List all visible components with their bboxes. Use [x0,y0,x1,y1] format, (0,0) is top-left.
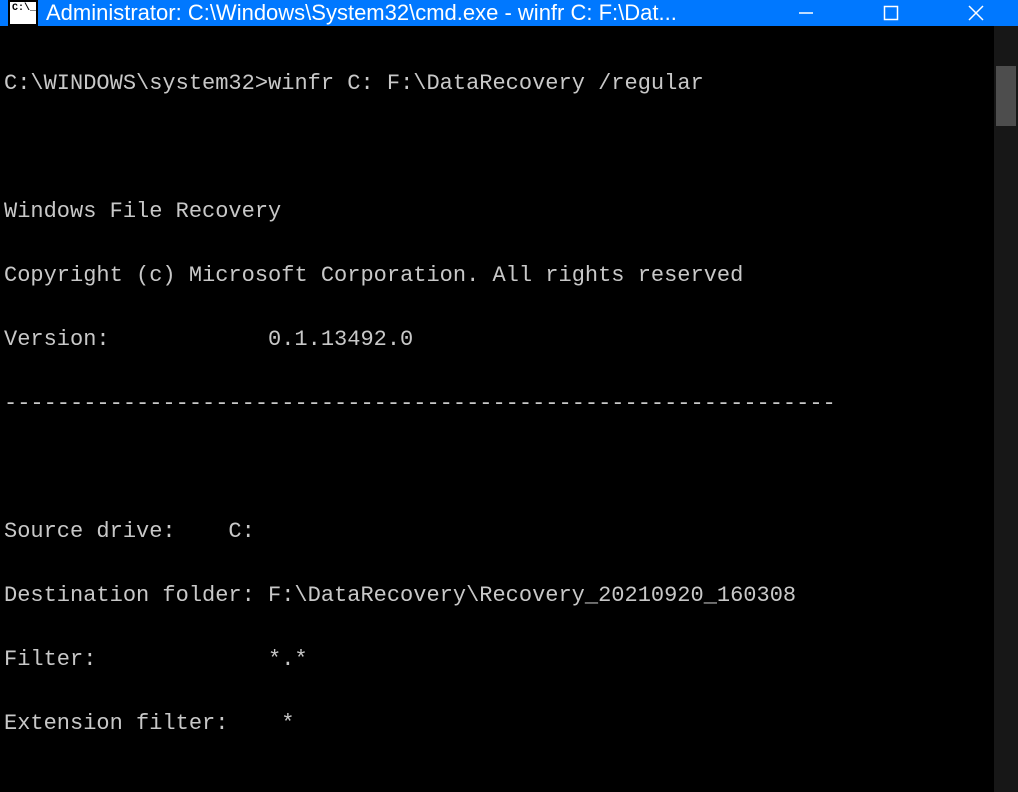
version-value: 0.1.13492.0 [268,327,413,352]
copyright-line: Copyright (c) Microsoft Corporation. All… [4,260,994,292]
filter-label: Filter: [4,644,268,676]
maximize-icon [883,5,899,21]
window-title: Administrator: C:\Windows\System32\cmd.e… [46,0,763,26]
source-drive-label: Source drive: [4,516,228,548]
cmd-icon [8,0,38,26]
product-name: Windows File Recovery [4,196,994,228]
window-controls [763,0,1018,26]
version-label: Version: [4,324,268,356]
close-button[interactable] [933,0,1018,26]
destination-value: F:\DataRecovery\Recovery_20210920_160308 [268,583,796,608]
cmd-window: Administrator: C:\Windows\System32\cmd.e… [0,0,1018,792]
filter-value: *.* [268,647,308,672]
client-area: C:\WINDOWS\system32>winfr C: F:\DataReco… [0,26,1018,792]
ext-filter-label: Extension filter: [4,708,268,740]
prompt-path: C:\WINDOWS\system32> [4,71,268,96]
scrollbar-thumb[interactable] [996,66,1016,126]
vertical-scrollbar[interactable] [994,26,1018,792]
source-drive-value: C: [228,519,254,544]
divider-line: ----------------------------------------… [4,388,994,420]
terminal-output[interactable]: C:\WINDOWS\system32>winfr C: F:\DataReco… [0,26,994,792]
prompt-command: winfr C: F:\DataRecovery /regular [268,71,704,96]
ext-filter-value: * [281,711,294,736]
destination-label: Destination folder: [4,580,268,612]
minimize-button[interactable] [763,0,848,26]
titlebar[interactable]: Administrator: C:\Windows\System32\cmd.e… [0,0,1018,26]
maximize-button[interactable] [848,0,933,26]
close-icon [968,5,984,21]
minimize-icon [798,5,814,21]
